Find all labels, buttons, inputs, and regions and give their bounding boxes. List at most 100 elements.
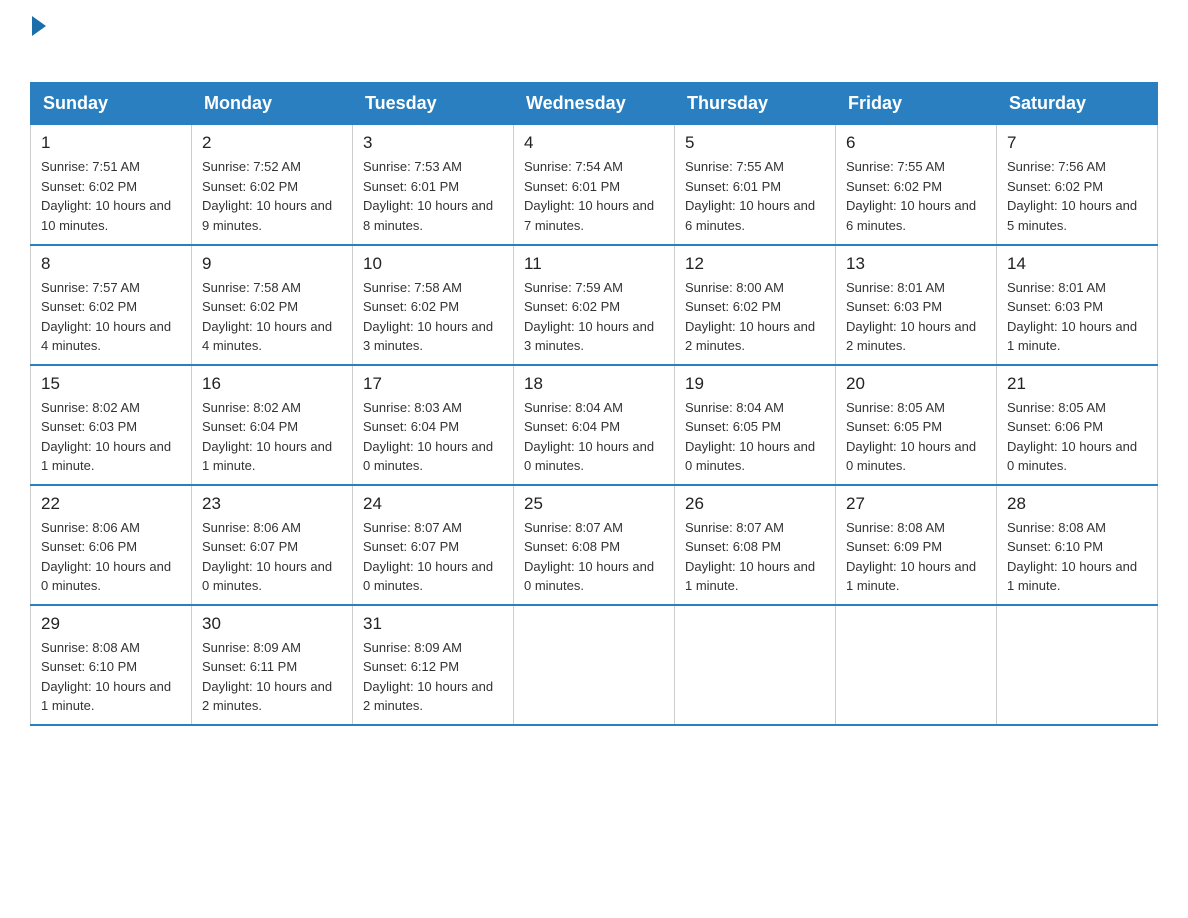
calendar-cell: 24 Sunrise: 8:07 AM Sunset: 6:07 PM Dayl…	[353, 485, 514, 605]
day-info: Sunrise: 8:09 AM Sunset: 6:12 PM Dayligh…	[363, 638, 503, 716]
calendar-cell: 12 Sunrise: 8:00 AM Sunset: 6:02 PM Dayl…	[675, 245, 836, 365]
col-header-wednesday: Wednesday	[514, 83, 675, 125]
day-info: Sunrise: 8:07 AM Sunset: 6:08 PM Dayligh…	[685, 518, 825, 596]
calendar-cell	[514, 605, 675, 725]
day-number: 13	[846, 254, 986, 274]
day-info: Sunrise: 7:54 AM Sunset: 6:01 PM Dayligh…	[524, 157, 664, 235]
day-info: Sunrise: 8:05 AM Sunset: 6:05 PM Dayligh…	[846, 398, 986, 476]
day-info: Sunrise: 8:06 AM Sunset: 6:07 PM Dayligh…	[202, 518, 342, 596]
calendar-cell: 2 Sunrise: 7:52 AM Sunset: 6:02 PM Dayli…	[192, 125, 353, 245]
calendar-cell: 13 Sunrise: 8:01 AM Sunset: 6:03 PM Dayl…	[836, 245, 997, 365]
day-number: 5	[685, 133, 825, 153]
col-header-friday: Friday	[836, 83, 997, 125]
col-header-monday: Monday	[192, 83, 353, 125]
day-number: 17	[363, 374, 503, 394]
day-info: Sunrise: 8:07 AM Sunset: 6:07 PM Dayligh…	[363, 518, 503, 596]
logo-arrow-icon	[32, 16, 46, 36]
calendar-cell: 3 Sunrise: 7:53 AM Sunset: 6:01 PM Dayli…	[353, 125, 514, 245]
col-header-sunday: Sunday	[31, 83, 192, 125]
col-header-thursday: Thursday	[675, 83, 836, 125]
calendar-cell: 15 Sunrise: 8:02 AM Sunset: 6:03 PM Dayl…	[31, 365, 192, 485]
day-info: Sunrise: 7:53 AM Sunset: 6:01 PM Dayligh…	[363, 157, 503, 235]
day-info: Sunrise: 8:01 AM Sunset: 6:03 PM Dayligh…	[846, 278, 986, 356]
day-info: Sunrise: 8:08 AM Sunset: 6:10 PM Dayligh…	[41, 638, 181, 716]
day-info: Sunrise: 8:08 AM Sunset: 6:10 PM Dayligh…	[1007, 518, 1147, 596]
calendar-cell: 21 Sunrise: 8:05 AM Sunset: 6:06 PM Dayl…	[997, 365, 1158, 485]
day-number: 28	[1007, 494, 1147, 514]
day-number: 15	[41, 374, 181, 394]
day-number: 19	[685, 374, 825, 394]
week-row-5: 29 Sunrise: 8:08 AM Sunset: 6:10 PM Dayl…	[31, 605, 1158, 725]
logo	[30, 20, 46, 62]
day-info: Sunrise: 8:02 AM Sunset: 6:04 PM Dayligh…	[202, 398, 342, 476]
day-info: Sunrise: 7:55 AM Sunset: 6:02 PM Dayligh…	[846, 157, 986, 235]
calendar-cell: 28 Sunrise: 8:08 AM Sunset: 6:10 PM Dayl…	[997, 485, 1158, 605]
day-number: 3	[363, 133, 503, 153]
day-info: Sunrise: 8:04 AM Sunset: 6:05 PM Dayligh…	[685, 398, 825, 476]
day-info: Sunrise: 7:55 AM Sunset: 6:01 PM Dayligh…	[685, 157, 825, 235]
day-number: 23	[202, 494, 342, 514]
day-number: 6	[846, 133, 986, 153]
day-number: 18	[524, 374, 664, 394]
day-number: 27	[846, 494, 986, 514]
day-number: 14	[1007, 254, 1147, 274]
col-header-saturday: Saturday	[997, 83, 1158, 125]
calendar-cell: 10 Sunrise: 7:58 AM Sunset: 6:02 PM Dayl…	[353, 245, 514, 365]
calendar-cell: 6 Sunrise: 7:55 AM Sunset: 6:02 PM Dayli…	[836, 125, 997, 245]
week-row-1: 1 Sunrise: 7:51 AM Sunset: 6:02 PM Dayli…	[31, 125, 1158, 245]
day-info: Sunrise: 8:02 AM Sunset: 6:03 PM Dayligh…	[41, 398, 181, 476]
day-number: 2	[202, 133, 342, 153]
day-info: Sunrise: 7:56 AM Sunset: 6:02 PM Dayligh…	[1007, 157, 1147, 235]
calendar-cell: 1 Sunrise: 7:51 AM Sunset: 6:02 PM Dayli…	[31, 125, 192, 245]
day-number: 31	[363, 614, 503, 634]
calendar-cell: 9 Sunrise: 7:58 AM Sunset: 6:02 PM Dayli…	[192, 245, 353, 365]
calendar-cell: 17 Sunrise: 8:03 AM Sunset: 6:04 PM Dayl…	[353, 365, 514, 485]
day-number: 29	[41, 614, 181, 634]
page-header	[30, 20, 1158, 62]
day-number: 24	[363, 494, 503, 514]
day-info: Sunrise: 8:03 AM Sunset: 6:04 PM Dayligh…	[363, 398, 503, 476]
day-info: Sunrise: 8:07 AM Sunset: 6:08 PM Dayligh…	[524, 518, 664, 596]
day-info: Sunrise: 7:52 AM Sunset: 6:02 PM Dayligh…	[202, 157, 342, 235]
calendar-cell: 23 Sunrise: 8:06 AM Sunset: 6:07 PM Dayl…	[192, 485, 353, 605]
day-info: Sunrise: 8:01 AM Sunset: 6:03 PM Dayligh…	[1007, 278, 1147, 356]
calendar-cell: 16 Sunrise: 8:02 AM Sunset: 6:04 PM Dayl…	[192, 365, 353, 485]
calendar-cell: 18 Sunrise: 8:04 AM Sunset: 6:04 PM Dayl…	[514, 365, 675, 485]
day-number: 10	[363, 254, 503, 274]
day-info: Sunrise: 7:58 AM Sunset: 6:02 PM Dayligh…	[202, 278, 342, 356]
day-number: 26	[685, 494, 825, 514]
day-number: 30	[202, 614, 342, 634]
day-number: 21	[1007, 374, 1147, 394]
day-number: 12	[685, 254, 825, 274]
calendar-cell: 25 Sunrise: 8:07 AM Sunset: 6:08 PM Dayl…	[514, 485, 675, 605]
calendar-table: SundayMondayTuesdayWednesdayThursdayFrid…	[30, 82, 1158, 726]
day-info: Sunrise: 7:59 AM Sunset: 6:02 PM Dayligh…	[524, 278, 664, 356]
calendar-cell	[836, 605, 997, 725]
day-number: 16	[202, 374, 342, 394]
week-row-4: 22 Sunrise: 8:06 AM Sunset: 6:06 PM Dayl…	[31, 485, 1158, 605]
day-number: 9	[202, 254, 342, 274]
calendar-cell: 31 Sunrise: 8:09 AM Sunset: 6:12 PM Dayl…	[353, 605, 514, 725]
calendar-cell: 19 Sunrise: 8:04 AM Sunset: 6:05 PM Dayl…	[675, 365, 836, 485]
day-number: 22	[41, 494, 181, 514]
day-info: Sunrise: 8:09 AM Sunset: 6:11 PM Dayligh…	[202, 638, 342, 716]
day-number: 4	[524, 133, 664, 153]
calendar-cell	[997, 605, 1158, 725]
calendar-cell: 11 Sunrise: 7:59 AM Sunset: 6:02 PM Dayl…	[514, 245, 675, 365]
calendar-cell: 14 Sunrise: 8:01 AM Sunset: 6:03 PM Dayl…	[997, 245, 1158, 365]
day-number: 20	[846, 374, 986, 394]
week-row-2: 8 Sunrise: 7:57 AM Sunset: 6:02 PM Dayli…	[31, 245, 1158, 365]
day-info: Sunrise: 7:57 AM Sunset: 6:02 PM Dayligh…	[41, 278, 181, 356]
day-info: Sunrise: 8:06 AM Sunset: 6:06 PM Dayligh…	[41, 518, 181, 596]
calendar-cell: 7 Sunrise: 7:56 AM Sunset: 6:02 PM Dayli…	[997, 125, 1158, 245]
calendar-cell: 22 Sunrise: 8:06 AM Sunset: 6:06 PM Dayl…	[31, 485, 192, 605]
day-info: Sunrise: 7:58 AM Sunset: 6:02 PM Dayligh…	[363, 278, 503, 356]
day-number: 8	[41, 254, 181, 274]
day-number: 1	[41, 133, 181, 153]
calendar-cell: 30 Sunrise: 8:09 AM Sunset: 6:11 PM Dayl…	[192, 605, 353, 725]
col-header-tuesday: Tuesday	[353, 83, 514, 125]
day-info: Sunrise: 8:04 AM Sunset: 6:04 PM Dayligh…	[524, 398, 664, 476]
calendar-cell: 4 Sunrise: 7:54 AM Sunset: 6:01 PM Dayli…	[514, 125, 675, 245]
day-info: Sunrise: 7:51 AM Sunset: 6:02 PM Dayligh…	[41, 157, 181, 235]
calendar-cell: 5 Sunrise: 7:55 AM Sunset: 6:01 PM Dayli…	[675, 125, 836, 245]
